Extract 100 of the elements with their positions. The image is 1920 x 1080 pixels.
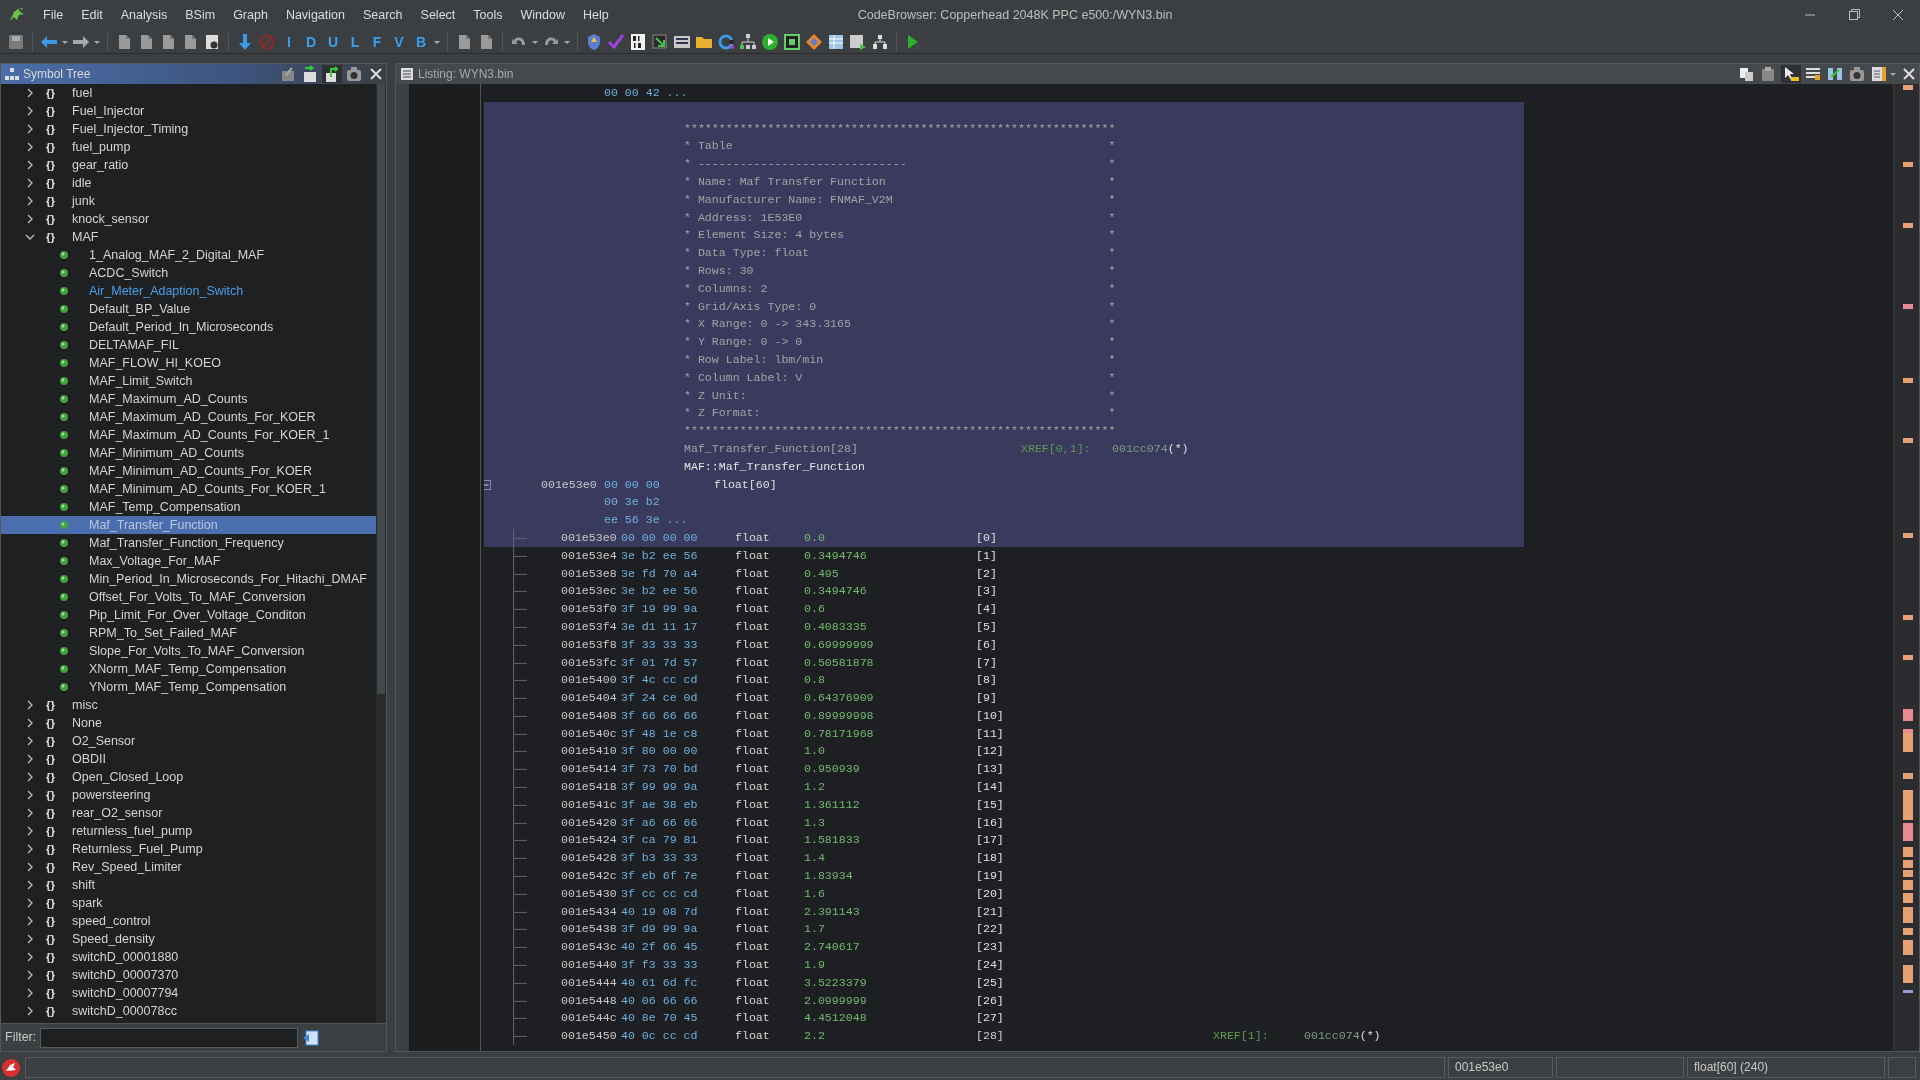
tree-item[interactable]: junk [72,192,95,210]
binary-icon[interactable] [628,31,648,52]
tree-item[interactable]: Pip_Limit_For_Over_Voltage_Conditon [89,606,306,624]
menu-item[interactable]: Window [511,5,574,25]
tree-line [513,546,528,565]
menu-item[interactable]: Graph [224,5,277,25]
tree-line [513,973,528,992]
tree-item[interactable]: MAF_Maximum_AD_Counts_For_KOER [89,408,316,426]
tree-item[interactable]: Max_Voltage_For_MAF [89,552,221,570]
xref-address[interactable]: 001cc074 [1304,1027,1360,1046]
filter-options-icon[interactable] [302,1028,321,1047]
status-field [1888,1057,1916,1078]
tree-item[interactable]: MAF_Maximum_AD_Counts [89,390,248,408]
menu-item[interactable]: Tools [464,5,512,25]
menu-item[interactable]: Select [411,5,465,25]
tree-item[interactable]: speed_control [72,912,151,930]
xref-address[interactable]: 001cc074 [1112,439,1168,458]
menu-item[interactable]: Edit [72,5,112,25]
tree-item[interactable]: returnless_fuel_pump [72,822,193,840]
toolbar-button[interactable]: B [411,31,431,52]
tree-item[interactable]: Default_Period_In_Microseconds [89,318,274,336]
tree-item[interactable]: knock_sensor [72,210,150,228]
tree-item[interactable]: Open_Closed_Loop [72,768,184,786]
tree-item[interactable]: shift [72,876,95,894]
tree-item[interactable]: MAF_FLOW_HI_KOEO [89,354,221,372]
tree-item[interactable]: rear_O2_sensor [72,804,163,822]
tree-item[interactable]: XNorm_MAF_Temp_Compensation [89,660,287,678]
tree-item[interactable]: Fuel_Injector_Timing [72,120,189,138]
tree-item[interactable]: spark [72,894,103,912]
camera-icon[interactable] [344,65,364,83]
tree-item[interactable]: Slope_For_Volts_To_MAF_Conversion [89,642,305,660]
menu-item[interactable]: Search [353,5,412,25]
chip-icon[interactable] [782,31,802,52]
tree-line [513,902,528,921]
tree-item[interactable]: Rev_Speed_Limiter [72,858,182,876]
tree-item[interactable]: MAF_Minimum_AD_Counts_For_KOER_1 [89,480,326,498]
filter-label: Filter: [5,1029,37,1047]
cursor-icon[interactable] [1781,65,1801,83]
toolbar-button[interactable]: U [323,31,343,52]
float-value: 1.361112 [804,796,861,813]
tree-item[interactable]: MAF_Temp_Compensation [89,498,241,516]
tree-item[interactable]: ACDC_Switch [89,264,169,282]
menu-item[interactable]: Navigation [276,5,354,25]
play-icon[interactable] [760,31,780,52]
filter-field[interactable] [40,1027,299,1048]
scrollbar-thumb[interactable] [377,84,385,694]
tree-item[interactable]: MAF_Minimum_AD_Counts [89,444,244,462]
array-index: [14] [976,779,1004,796]
menu-item[interactable]: Analysis [111,5,177,25]
checkmark-icon[interactable] [606,31,626,52]
comment-border: * [1108,280,1116,297]
tree-item[interactable]: MAF_Limit_Switch [89,372,193,390]
tree-item[interactable]: Maf_Transfer_Function_Frequency [89,534,284,552]
tree-item[interactable]: MAF_Minimum_AD_Counts_For_KOER [89,462,312,480]
tree-item[interactable]: RPM_To_Set_Failed_MAF [89,624,237,642]
tree-item[interactable]: fuel_pump [72,138,131,156]
tree-item[interactable]: MAF_Maximum_AD_Counts_For_KOER_1 [89,426,330,444]
tree-item[interactable]: O2_Sensor [72,732,136,750]
tree-item[interactable]: idle [72,174,92,192]
tree-item[interactable]: switchD_00001880 [72,948,179,966]
menu-item[interactable]: BSim [176,5,225,25]
tree-item[interactable]: 1_Analog_MAF_2_Digital_MAF [89,246,265,264]
tree-line [513,724,528,743]
toolbar-button[interactable]: V [389,31,409,52]
tree-item[interactable]: Offset_For_Volts_To_MAF_Conversion [89,588,306,606]
tree-item[interactable]: powersteering [72,786,151,804]
tree-item[interactable]: switchD_00007794 [72,984,179,1002]
tree-item[interactable]: fuel [72,84,93,102]
tree-item[interactable]: Speed_density [72,930,155,948]
toolbar-button[interactable]: D [301,31,321,52]
tree-item[interactable]: MAF [72,228,99,246]
tree-item[interactable]: DELTAMAF_FIL [89,336,179,354]
tree-item[interactable]: OBDII [72,750,107,768]
tree-item[interactable]: Fuel_Injector [72,102,145,120]
toolbar-button[interactable]: I [279,31,299,52]
camera-icon[interactable] [1847,65,1867,83]
toolbar-button[interactable]: L [345,31,365,52]
tree-item[interactable]: Air_Meter_Adaption_Switch [89,282,244,300]
tree-item[interactable]: misc [72,696,98,714]
tree-item[interactable]: YNorm_MAF_Temp_Compensation [89,678,287,696]
tree-item[interactable]: Default_BP_Value [89,300,191,318]
import-icon[interactable] [322,65,342,83]
float-value: 1.2 [804,779,826,796]
tree-item[interactable]: Min_Period_In_Microseconds_For_Hitachi_DMAF [89,570,367,588]
arrow-icon[interactable] [650,31,670,52]
panel-icon[interactable] [1869,65,1889,83]
format-icon[interactable] [1803,65,1823,83]
address: 001e5448 [561,992,618,1009]
tree-item[interactable]: Returnless_Fuel_Pump [72,840,203,858]
tree-item[interactable]: switchD_00007370 [72,966,179,984]
tree-item[interactable]: switchD_000078cc [72,1002,177,1020]
diamond-icon[interactable] [804,31,824,52]
menu-item[interactable]: Help [573,5,618,25]
diff-icon[interactable] [1825,65,1845,83]
menu-item[interactable]: File [34,5,73,25]
tree-item[interactable]: gear_ratio [72,156,129,174]
scrollbar[interactable] [376,84,386,1023]
tree-item[interactable]: None [72,714,102,732]
toolbar-button[interactable]: F [367,31,387,52]
hierarchy-icon[interactable] [738,31,758,52]
